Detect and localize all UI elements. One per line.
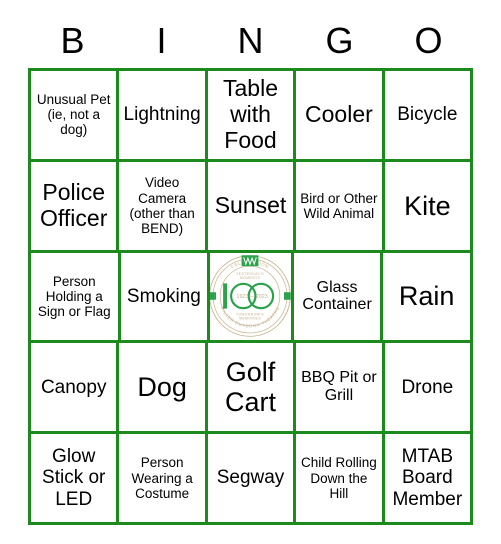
bingo-cell[interactable]: Glow Stick or LED bbox=[31, 434, 120, 525]
bingo-cell-label: Smoking bbox=[126, 285, 201, 307]
bingo-cell-label: Rain bbox=[398, 281, 455, 312]
bingo-cell-label: Glass Container bbox=[302, 278, 372, 314]
bingo-cell[interactable]: Child Rolling Down the Hill bbox=[296, 434, 385, 525]
bingo-cell-label: Kite bbox=[404, 190, 451, 221]
bingo-row: Person Holding a Sign or Flag Smoking CELE… bbox=[31, 252, 473, 344]
bingo-cell[interactable]: MTAB Board Member bbox=[384, 434, 474, 525]
bingo-cell[interactable]: Drone bbox=[384, 343, 474, 435]
svg-text:2023: 2023 bbox=[256, 294, 268, 300]
bingo-cell[interactable]: BBQ Pit or Grill bbox=[296, 343, 385, 435]
bingo-header-row: B I N G O bbox=[28, 18, 473, 64]
bingo-header-letter-i: I bbox=[156, 20, 167, 61]
bingo-grid: Unusual Pet (ie, not a dog) Lightning Tabl… bbox=[28, 68, 474, 525]
bingo-cell-label: Police Officer bbox=[40, 178, 108, 231]
bingo-cell[interactable]: Canopy bbox=[31, 343, 120, 435]
bingo-cell-label: Unusual Pet (ie, not a dog) bbox=[36, 92, 111, 138]
bingo-cell[interactable]: Video Camera (other than BEND) bbox=[119, 161, 208, 253]
bingo-cell[interactable]: Smoking bbox=[120, 252, 211, 344]
bingo-cell-label: Lightning bbox=[123, 104, 201, 126]
bingo-cell[interactable]: Lightning bbox=[119, 71, 208, 162]
bingo-cell-label: Table with Food bbox=[223, 75, 278, 153]
svg-text:MOMENTS: MOMENTS bbox=[240, 277, 261, 281]
bingo-cell-label: Drone bbox=[401, 376, 454, 398]
bingo-cell-label: Bicycle bbox=[397, 104, 458, 126]
bingo-row: Unusual Pet (ie, not a dog) Lightning Tabl… bbox=[31, 71, 474, 162]
bingo-cell[interactable]: Dog bbox=[119, 343, 208, 435]
bingo-cell-label: Cooler bbox=[305, 101, 373, 128]
bingo-row: Canopy Dog Golf Cart BBQ Pit or Grill Drone bbox=[31, 343, 474, 435]
bingo-header-letter-b: B bbox=[60, 20, 85, 61]
bingo-cell[interactable]: Person Holding a Sign or Flag bbox=[31, 252, 121, 344]
bingo-cell[interactable]: Sunset bbox=[207, 161, 297, 253]
bingo-cell[interactable]: Segway bbox=[207, 434, 297, 525]
bingo-header-letter-n: N bbox=[237, 20, 264, 61]
bingo-cell[interactable]: Unusual Pet (ie, not a dog) bbox=[31, 71, 120, 162]
bingo-cell[interactable]: Kite bbox=[384, 161, 474, 253]
bingo-cell-label: Dog bbox=[137, 372, 187, 403]
bingo-cell-label: BBQ Pit or Grill bbox=[301, 369, 377, 405]
bingo-cell-label: Segway bbox=[216, 467, 285, 489]
bingo-cell[interactable]: Police Officer bbox=[31, 161, 120, 253]
svg-text:—: — bbox=[250, 294, 256, 300]
bingo-cell-label: Child Rolling Down the Hill bbox=[301, 455, 377, 501]
bingo-cell[interactable]: Bird or Other Wild Animal bbox=[296, 161, 385, 253]
bingo-cell[interactable]: Rain bbox=[383, 252, 473, 344]
bingo-cell-label: Person Wearing a Costume bbox=[131, 455, 193, 501]
bingo-cell-label: Sunset bbox=[214, 191, 287, 218]
bingo-cell-label: MTAB Board Member bbox=[392, 446, 463, 510]
bingo-row: Police Officer Video Camera (other than B… bbox=[31, 161, 474, 253]
bingo-cell[interactable]: Cooler bbox=[296, 71, 385, 162]
bingo-header-letter-o: O bbox=[414, 20, 443, 61]
bingo-cell-free-space[interactable]: CELEBRATIONMILLER OUTDOOR THEATRE1923—20… bbox=[210, 252, 294, 344]
bingo-cell[interactable]: Glass Container bbox=[293, 252, 384, 344]
bingo-cell[interactable]: Table with Food bbox=[207, 71, 297, 162]
bingo-header-letter-g: G bbox=[325, 20, 354, 61]
bingo-cell[interactable]: Bicycle bbox=[384, 71, 474, 162]
bingo-cell[interactable]: Golf Cart bbox=[207, 343, 297, 435]
bingo-cell-label: Golf Cart bbox=[225, 357, 277, 418]
svg-text:MEMORIES: MEMORIES bbox=[240, 317, 262, 321]
centennial-seal-logo: CELEBRATIONMILLER OUTDOOR THEATRE1923—20… bbox=[210, 254, 291, 339]
svg-text:1923: 1923 bbox=[237, 294, 249, 300]
bingo-cell-label: Video Camera (other than BEND) bbox=[129, 175, 195, 236]
bingo-card: B I N G O Unusual Pet (ie, not a dog) Lig… bbox=[0, 0, 501, 544]
bingo-cell-label: Bird or Other Wild Animal bbox=[300, 190, 378, 221]
bingo-row: Glow Stick or LED Person Wearing a Costum… bbox=[31, 434, 474, 525]
bingo-cell-label: Person Holding a Sign or Flag bbox=[37, 273, 111, 320]
bingo-cell[interactable]: Person Wearing a Costume bbox=[119, 434, 208, 525]
bingo-cell-label: Glow Stick or LED bbox=[42, 446, 106, 510]
bingo-cell-label: Canopy bbox=[40, 376, 107, 398]
